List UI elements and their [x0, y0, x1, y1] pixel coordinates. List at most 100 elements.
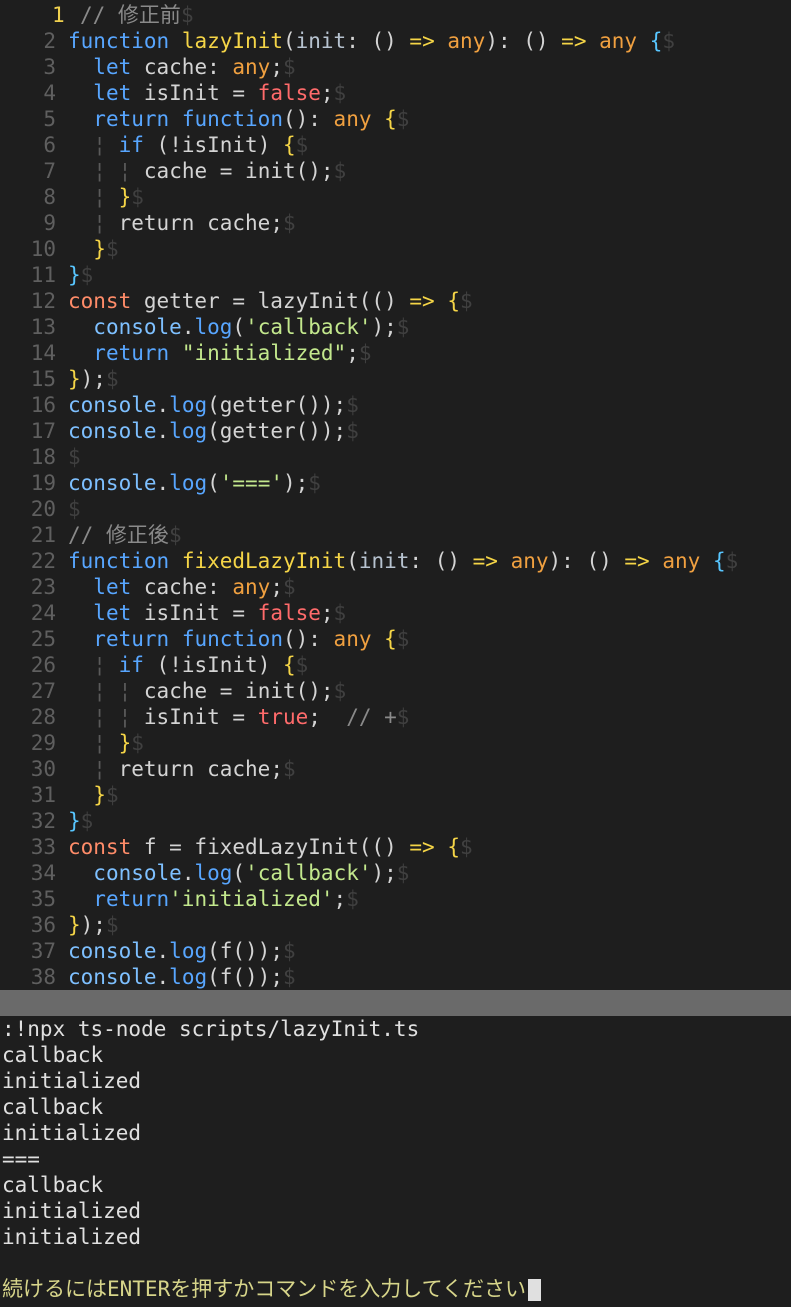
line-number: 30	[30, 757, 56, 781]
code-token: isInit =	[131, 601, 258, 625]
end-of-line-marker: $	[68, 497, 81, 521]
code-line[interactable]: 24 let isInit = false;$	[0, 600, 791, 626]
code-line[interactable]: 36});$	[0, 912, 791, 938]
line-number: 19	[30, 471, 56, 495]
code-line[interactable]: 14 return "initialized";$	[0, 340, 791, 366]
code-line[interactable]: 15});$	[0, 366, 791, 392]
code-token: );	[80, 913, 106, 937]
indent-guide: ¦	[118, 159, 132, 183]
code-token: isInit =	[131, 705, 258, 729]
code-token: .	[156, 965, 170, 989]
end-of-line-marker: $	[396, 627, 410, 651]
code-line[interactable]: 8 ¦ }$	[0, 184, 791, 210]
code-token: );	[282, 471, 309, 495]
code-line[interactable]: 5 return function(): any {$	[0, 106, 791, 132]
code-line[interactable]: 20 $	[0, 496, 791, 522]
line-number: 16	[30, 393, 56, 417]
code-line[interactable]: 30 ¦ return cache;$	[0, 756, 791, 782]
end-of-line-marker: $	[333, 601, 347, 625]
code-line[interactable]: 2 function lazyInit(init: () => any): () …	[0, 28, 791, 54]
code-line[interactable]: 12 const getter = lazyInit(() => {$	[0, 288, 791, 314]
code-line[interactable]: 21 // 修正後$	[0, 522, 791, 548]
code-line[interactable]: 29 ¦ }$	[0, 730, 791, 756]
code-line[interactable]: 27 ¦ ¦ cache = init();$	[0, 678, 791, 704]
code-line[interactable]: 9 ¦ return cache;$	[0, 210, 791, 236]
code-line[interactable]: 22 function fixedLazyInit(init: () => any…	[0, 548, 791, 574]
end-of-line-marker: $	[282, 55, 296, 79]
end-of-line-marker: $	[282, 965, 296, 989]
code-text: console.log('callback');$	[68, 315, 409, 339]
code-token: any	[333, 627, 372, 651]
code-token: let	[93, 601, 132, 625]
code-token: .	[156, 939, 170, 963]
code-token: let	[93, 55, 132, 79]
line-number: 33	[30, 835, 56, 859]
end-of-line-marker: $	[396, 705, 410, 729]
code-line[interactable]: 23 let cache: any;$	[0, 574, 791, 600]
code-line[interactable]: 28 ¦ ¦ isInit = true; // +$	[0, 704, 791, 730]
code-token: const	[68, 289, 132, 313]
code-token: {	[384, 107, 397, 131]
code-line[interactable]: 3 let cache: any;$	[0, 54, 791, 80]
code-token: return	[93, 627, 170, 651]
end-of-line-marker: $	[131, 731, 144, 755]
code-line[interactable]: 32}$	[0, 808, 791, 834]
code-text: return function(): any {$	[68, 107, 409, 131]
code-token: let	[93, 81, 132, 105]
code-text: let isInit = false;$	[68, 601, 346, 625]
code-token: ): ()	[548, 549, 625, 573]
code-line[interactable]: 10 }$	[0, 236, 791, 262]
code-line[interactable]: 18 $	[0, 444, 791, 470]
end-of-line-marker: $	[295, 653, 309, 677]
code-text: // 修正前$	[80, 3, 194, 27]
output-line: callback	[2, 1043, 104, 1067]
code-line[interactable]: 37 console.log(f());$	[0, 938, 791, 964]
code-text: });$	[68, 913, 119, 937]
line-number: 25	[30, 627, 56, 651]
code-token: ;	[270, 575, 283, 599]
enter-prompt[interactable]: 続けるにはENTERを押すかコマンドを入力してください	[2, 1276, 541, 1302]
end-of-line-marker: $	[333, 81, 347, 105]
line-number: 32	[30, 809, 56, 833]
code-line[interactable]: 6 ¦ if (!isInit) {$	[0, 132, 791, 158]
line-number: 24	[30, 601, 56, 625]
code-line[interactable]: 17 console.log(getter());$	[0, 418, 791, 444]
code-token: console	[68, 939, 157, 963]
code-token: }	[68, 263, 81, 287]
code-line[interactable]: 7 ¦ ¦ cache = init();$	[0, 158, 791, 184]
code-editor[interactable]: 1// 修正前$ 2 function lazyInit(init: () => a…	[0, 2, 791, 990]
code-line[interactable]: 11}$	[0, 262, 791, 288]
code-token: );	[80, 367, 106, 391]
line-number: 35	[30, 887, 56, 911]
code-token: isInit =	[131, 81, 258, 105]
output-line: initialized	[2, 1199, 142, 1223]
line-number: 15	[30, 367, 56, 391]
code-line[interactable]: 34 console.log('callback');$	[0, 860, 791, 886]
code-line[interactable]: 19 console.log('===');$	[0, 470, 791, 496]
line-number: 9	[43, 211, 56, 235]
code-line[interactable]: 4 let isInit = false;$	[0, 80, 791, 106]
code-line[interactable]: 16 console.log(getter());$	[0, 392, 791, 418]
code-line[interactable]: 13 console.log('callback');$	[0, 314, 791, 340]
code-line[interactable]: 25 return function(): any {$	[0, 626, 791, 652]
code-line[interactable]: 1 // 修正前$	[0, 2, 791, 28]
code-token: return	[93, 107, 170, 131]
code-text: ¦ return cache;$	[68, 211, 295, 235]
end-of-line-marker: $	[68, 445, 81, 469]
code-line[interactable]: 31 }$	[0, 782, 791, 808]
code-line[interactable]: 33 const f = fixedLazyInit(() => {$	[0, 834, 791, 860]
code-text: return'initialized';$	[68, 887, 359, 911]
code-line[interactable]: 35 return'initialized';$	[0, 886, 791, 912]
code-token: (getter());	[207, 419, 347, 443]
code-line[interactable]: 26 ¦ if (!isInit) {$	[0, 652, 791, 678]
code-line[interactable]: 38 console.log(f());$	[0, 964, 791, 990]
